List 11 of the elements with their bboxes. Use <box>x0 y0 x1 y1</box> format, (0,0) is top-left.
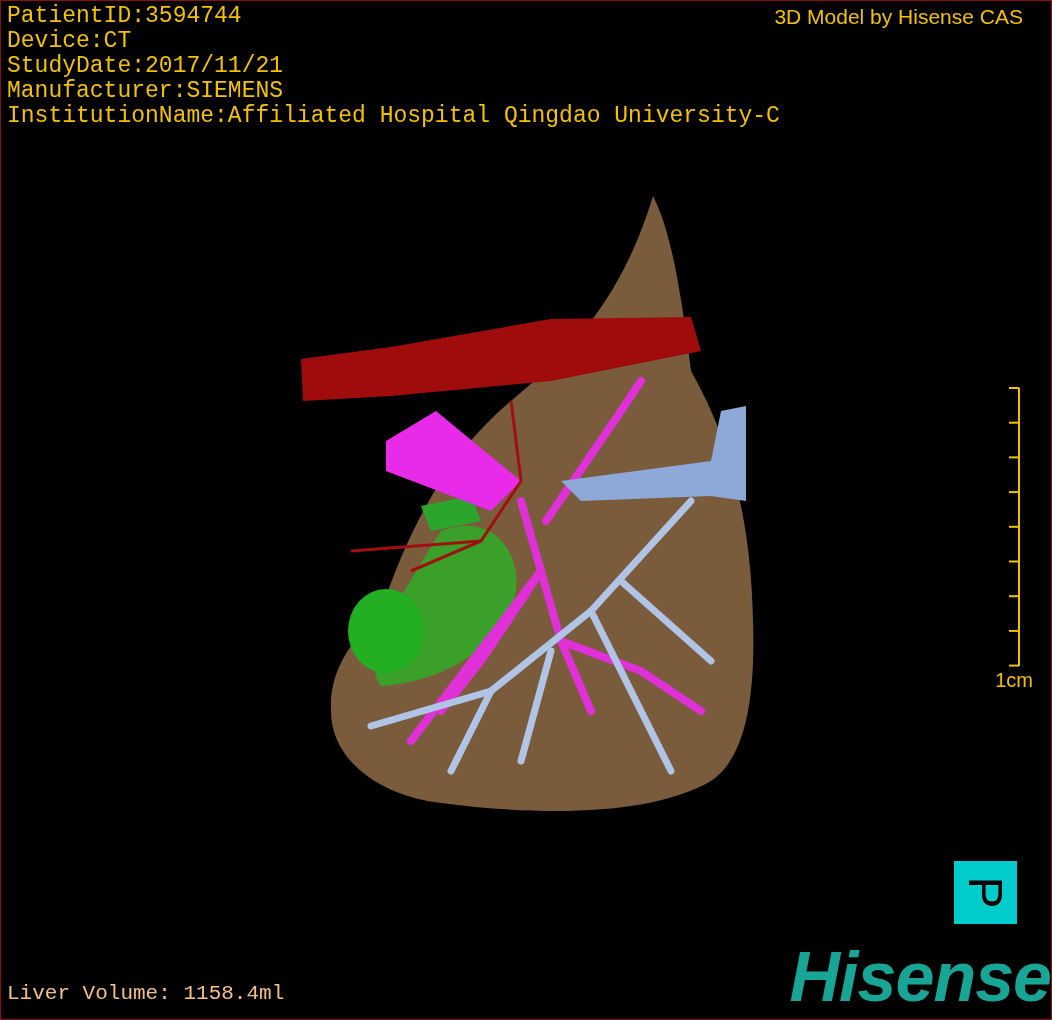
patient-info-text: StudyDate:2017/11/21 <box>7 54 285 79</box>
patient-info-text: InstitutionName:Affiliated Hospital Qingdao University-C <box>7 104 780 129</box>
logo: Hisense <box>789 941 1051 1013</box>
model-credit-text: 3D Model by Hisense CAS <box>774 5 1023 29</box>
patient-info-text: Manufacturer:SIEMENS <box>7 79 285 104</box>
scale-label: 1cm <box>995 669 1033 692</box>
patient-info-text: Device:CT <box>7 29 133 54</box>
liver-volume-text: Liver Volume: 1158.4ml <box>7 982 285 1005</box>
scale-bar-icon <box>1007 387 1021 667</box>
patient-info-text: PatientID:3594744 <box>7 4 243 29</box>
orientation-marker: P <box>954 861 1017 924</box>
